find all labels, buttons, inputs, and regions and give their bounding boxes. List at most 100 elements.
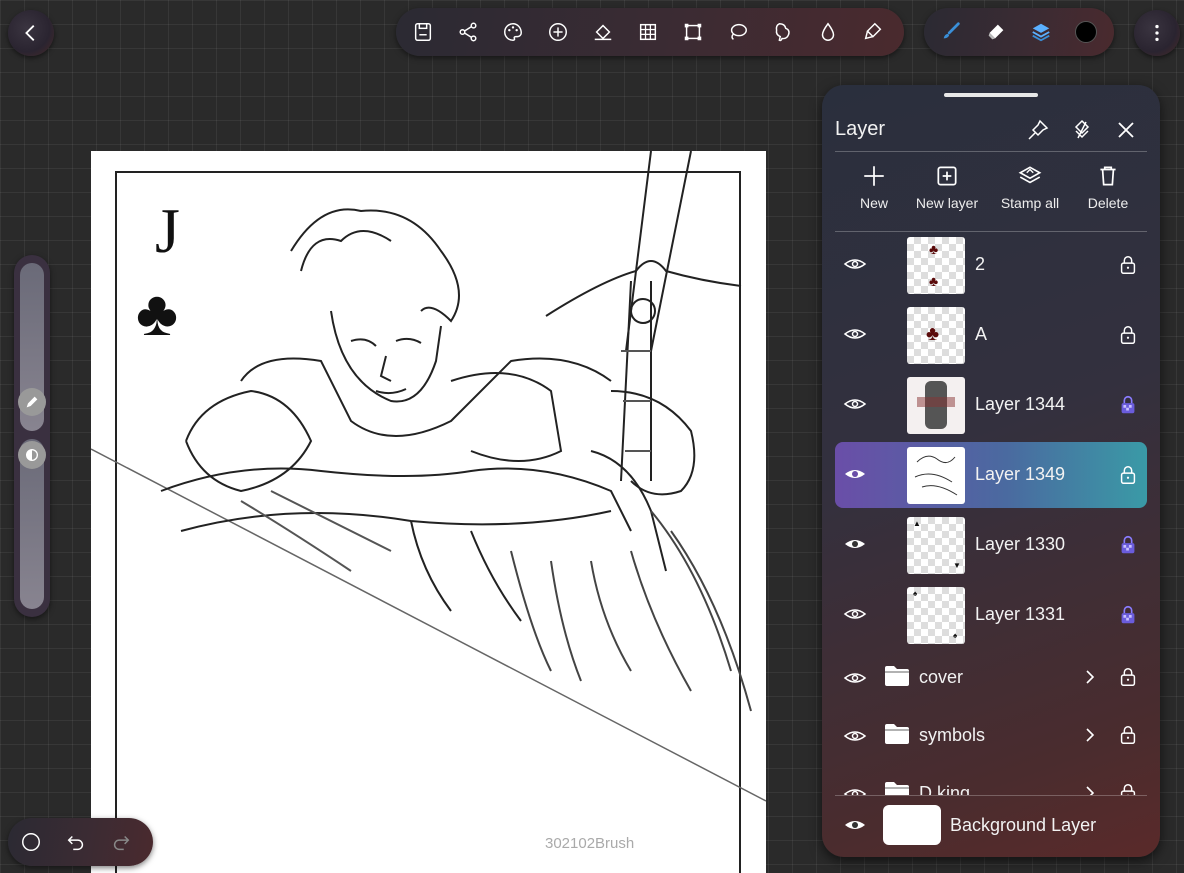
layer-list[interactable]: ♣ ♣ 2 ♣ A Layer 1344 Layer 1349 ▲ ▼ Laye… <box>835 232 1147 795</box>
watermark: 302102Brush <box>545 835 635 852</box>
crop-icon[interactable] <box>670 9 715 55</box>
eye-icon[interactable] <box>843 462 867 486</box>
trash-icon <box>1100 166 1116 186</box>
layer-name: Layer 1344 <box>975 394 1066 414</box>
size-handle[interactable] <box>18 388 46 416</box>
drawing-canvas[interactable]: J ♣ 302102Brush <box>91 151 766 873</box>
layer-row[interactable]: ♠ ♠ Layer 1331 <box>835 582 1147 648</box>
eye-icon[interactable] <box>843 532 867 556</box>
plus-icon <box>864 166 884 186</box>
eye-icon[interactable] <box>843 322 867 346</box>
layer-row-selected[interactable]: Layer 1349 <box>835 442 1147 508</box>
background-layer-name: Background Layer <box>950 815 1097 835</box>
layer-thumbnail: ♣ ♣ <box>907 237 965 294</box>
stamp-all-label: Stamp all <box>1000 195 1060 211</box>
lock-icon[interactable] <box>1117 724 1139 746</box>
lock-icon[interactable] <box>1117 782 1139 795</box>
eye-icon[interactable] <box>843 666 867 690</box>
palette-icon[interactable] <box>490 9 535 55</box>
eye-icon[interactable] <box>843 252 867 276</box>
new-layer-label: New layer <box>915 195 979 211</box>
stamp-all-button[interactable]: Stamp all <box>991 163 1069 221</box>
brush-size-opacity-slider[interactable] <box>14 255 50 617</box>
folder-name: cover <box>919 667 964 687</box>
layers-icon[interactable] <box>1018 9 1063 55</box>
more-vertical-icon <box>1155 24 1159 42</box>
panel-title: Layer <box>835 118 886 140</box>
delete-button[interactable]: Delete <box>1069 163 1147 221</box>
background-thumbnail <box>883 805 941 845</box>
alpha-lock-icon[interactable] <box>1117 604 1139 626</box>
eraser-icon[interactable] <box>973 9 1018 55</box>
layer-thumbnail: ♠ ♠ <box>907 587 965 644</box>
lock-icon[interactable] <box>1117 254 1139 276</box>
layer-thumbnail: ▲ ▼ <box>907 517 965 574</box>
folder-name: symbols <box>919 725 986 745</box>
add-icon[interactable] <box>535 9 580 55</box>
pencil-icon <box>26 396 38 408</box>
stamp-all-icon <box>1018 166 1042 184</box>
layer-name: Layer 1331 <box>975 604 1066 624</box>
color-swatch-icon[interactable] <box>1063 9 1108 55</box>
panel-drag-handle[interactable] <box>944 93 1038 97</box>
smudge-icon[interactable] <box>850 9 895 55</box>
layer-thumbnail <box>907 447 965 504</box>
save-icon[interactable] <box>400 9 445 55</box>
folder-name: D king <box>919 783 971 795</box>
eye-icon[interactable] <box>843 392 867 416</box>
back-button[interactable] <box>8 10 54 56</box>
delete-label: Delete <box>1087 195 1129 211</box>
folder-row[interactable]: D king <box>835 766 1147 795</box>
opacity-icon <box>26 449 38 461</box>
fill-bucket-icon[interactable] <box>580 9 625 55</box>
close-icon[interactable] <box>1111 115 1141 145</box>
alpha-lock-icon[interactable] <box>1117 394 1139 416</box>
eye-icon[interactable] <box>843 724 867 748</box>
main-toolbar <box>396 8 904 56</box>
new-label: New <box>859 195 888 211</box>
folder-icon <box>885 666 909 686</box>
lock-icon[interactable] <box>1117 464 1139 486</box>
folder-row[interactable]: cover <box>835 650 1147 706</box>
grid-transform-icon[interactable] <box>625 9 670 55</box>
layer-row[interactable]: ♣ A <box>835 302 1147 368</box>
layer-row[interactable]: Layer 1344 <box>835 372 1147 438</box>
folder-icon <box>885 724 909 744</box>
layer-name: Layer 1349 <box>975 464 1066 484</box>
layer-name: A <box>975 324 988 344</box>
new-button[interactable]: New <box>835 163 913 221</box>
layer-panel: Layer New New layer Stamp all Delete ♣ ♣… <box>822 85 1160 857</box>
redo-icon[interactable] <box>98 819 143 865</box>
liquify-icon[interactable] <box>760 9 805 55</box>
tool-selector <box>924 8 1114 56</box>
pin-icon[interactable] <box>1023 115 1053 145</box>
eye-icon[interactable] <box>843 813 867 837</box>
folder-row[interactable]: symbols <box>835 708 1147 764</box>
chevron-left-icon <box>25 25 35 41</box>
more-options-button[interactable] <box>1134 10 1180 56</box>
undo-icon[interactable] <box>53 819 98 865</box>
lock-icon[interactable] <box>1117 666 1139 688</box>
background-divider <box>835 795 1147 796</box>
alpha-lock-icon[interactable] <box>1117 534 1139 556</box>
background-layer-row[interactable]: Background Layer <box>835 797 1147 853</box>
layer-settings-icon[interactable] <box>1067 115 1097 145</box>
layer-row[interactable]: ♣ ♣ 2 <box>835 232 1147 298</box>
layer-row[interactable]: ▲ ▼ Layer 1330 <box>835 512 1147 578</box>
chevron-right-icon[interactable] <box>1081 667 1099 687</box>
chevron-right-icon[interactable] <box>1081 783 1099 795</box>
chevron-right-icon[interactable] <box>1081 725 1099 745</box>
history-controls <box>8 818 153 866</box>
share-icon[interactable] <box>445 9 490 55</box>
new-layer-button[interactable]: New layer <box>908 163 986 221</box>
eye-icon[interactable] <box>843 602 867 626</box>
eye-icon[interactable] <box>843 782 867 795</box>
opacity-handle[interactable] <box>18 441 46 469</box>
circle-tool-icon[interactable] <box>8 819 53 865</box>
folder-icon <box>885 782 909 795</box>
brush-icon[interactable] <box>928 9 973 55</box>
lasso-icon[interactable] <box>715 9 760 55</box>
lock-icon[interactable] <box>1117 324 1139 346</box>
blur-drop-icon[interactable] <box>805 9 850 55</box>
sketch-artwork <box>91 151 766 802</box>
